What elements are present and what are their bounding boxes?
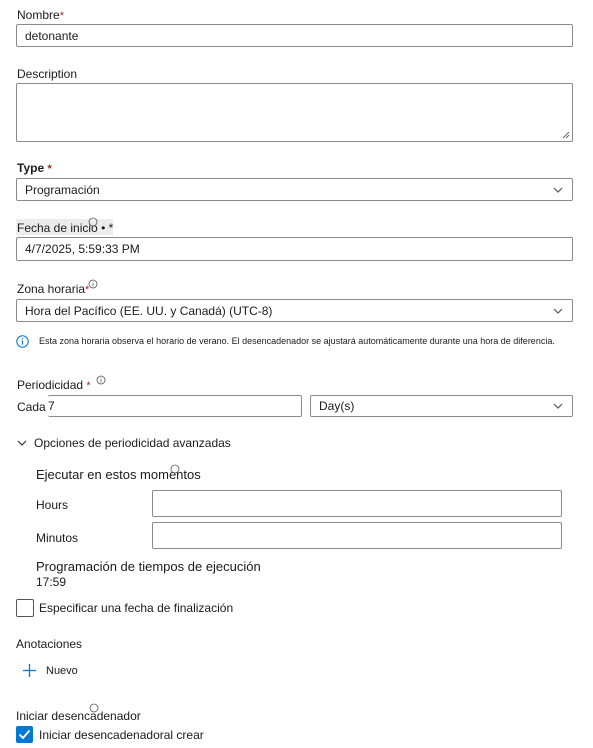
- interval-input[interactable]: 7: [48, 395, 302, 417]
- end-date-checkbox-row[interactable]: Especificar una fecha de finalización: [16, 599, 233, 617]
- hours-input[interactable]: [152, 490, 562, 517]
- timezone-select-value: Hora del Pacífico (EE. UU. y Canadá) (UT…: [25, 303, 273, 318]
- chevron-down-icon: [553, 403, 563, 409]
- timezone-info-icon[interactable]: [88, 279, 98, 289]
- checkmark-icon: [18, 729, 31, 740]
- end-date-label: Especificar una fecha de finalización: [39, 601, 234, 615]
- name-input-value: detonante: [25, 28, 79, 43]
- timezone-label: Zona horaria*: [17, 282, 90, 296]
- info-circle-icon: [16, 335, 29, 348]
- activation-info-icon[interactable]: [89, 703, 99, 713]
- recurrence-label: Periodicidad *: [17, 378, 91, 392]
- description-label: Description: [17, 67, 78, 81]
- info-icon[interactable]: [88, 217, 98, 227]
- activate-on-create-label: Iniciar desencadenadoral crear: [39, 727, 204, 742]
- new-annotation-button[interactable]: Nuevo: [22, 663, 78, 678]
- run-at-info-icon[interactable]: [170, 464, 180, 474]
- schedule-title: Programación de tiempos de ejecución: [36, 559, 261, 574]
- schedule-value: 17:59: [36, 575, 67, 589]
- unit-select-value: Day(s): [319, 399, 355, 413]
- timezone-note: Esta zona horaria observa el horario de …: [39, 336, 555, 346]
- minutes-input[interactable]: [152, 522, 562, 549]
- activate-on-create-row[interactable]: Iniciar desencadenadoral crear: [16, 726, 204, 743]
- start-date-label: Fecha de inicio • *: [17, 221, 114, 235]
- chevron-down-icon: [17, 440, 27, 446]
- recurrence-info-icon[interactable]: [96, 375, 106, 385]
- type-select[interactable]: Programación: [16, 178, 573, 201]
- every-label: Cada: [17, 400, 46, 414]
- activate-on-create-checkbox[interactable]: [16, 726, 33, 743]
- start-date-value: 4/7/2025, 5:59:33 PM: [25, 242, 140, 256]
- description-textarea[interactable]: [16, 83, 573, 142]
- resize-handle-icon[interactable]: [562, 131, 570, 139]
- name-label: Nombre*: [17, 8, 64, 22]
- plus-icon: [23, 664, 36, 677]
- new-annotation-label: Nuevo: [46, 664, 78, 677]
- activation-label: Iniciar desencadenador: [16, 709, 141, 723]
- interval-value: 7: [48, 399, 55, 413]
- advanced-options-toggle[interactable]: Opciones de periodicidad avanzadas: [16, 436, 231, 450]
- type-select-value: Programación: [25, 182, 100, 197]
- name-input[interactable]: detonante: [16, 24, 573, 47]
- type-label: Type *: [17, 161, 52, 175]
- hours-label: Hours: [36, 498, 69, 512]
- minutes-label: Minutos: [36, 531, 79, 545]
- timezone-select[interactable]: Hora del Pacífico (EE. UU. y Canadá) (UT…: [16, 299, 573, 322]
- annotations-label: Anotaciones: [16, 637, 83, 651]
- end-date-checkbox[interactable]: [16, 599, 34, 617]
- start-date-input[interactable]: 4/7/2025, 5:59:33 PM: [16, 237, 573, 261]
- chevron-down-icon: [553, 187, 563, 193]
- unit-select[interactable]: Day(s): [310, 395, 573, 417]
- advanced-options-label: Opciones de periodicidad avanzadas: [34, 436, 231, 450]
- chevron-down-icon: [553, 308, 563, 314]
